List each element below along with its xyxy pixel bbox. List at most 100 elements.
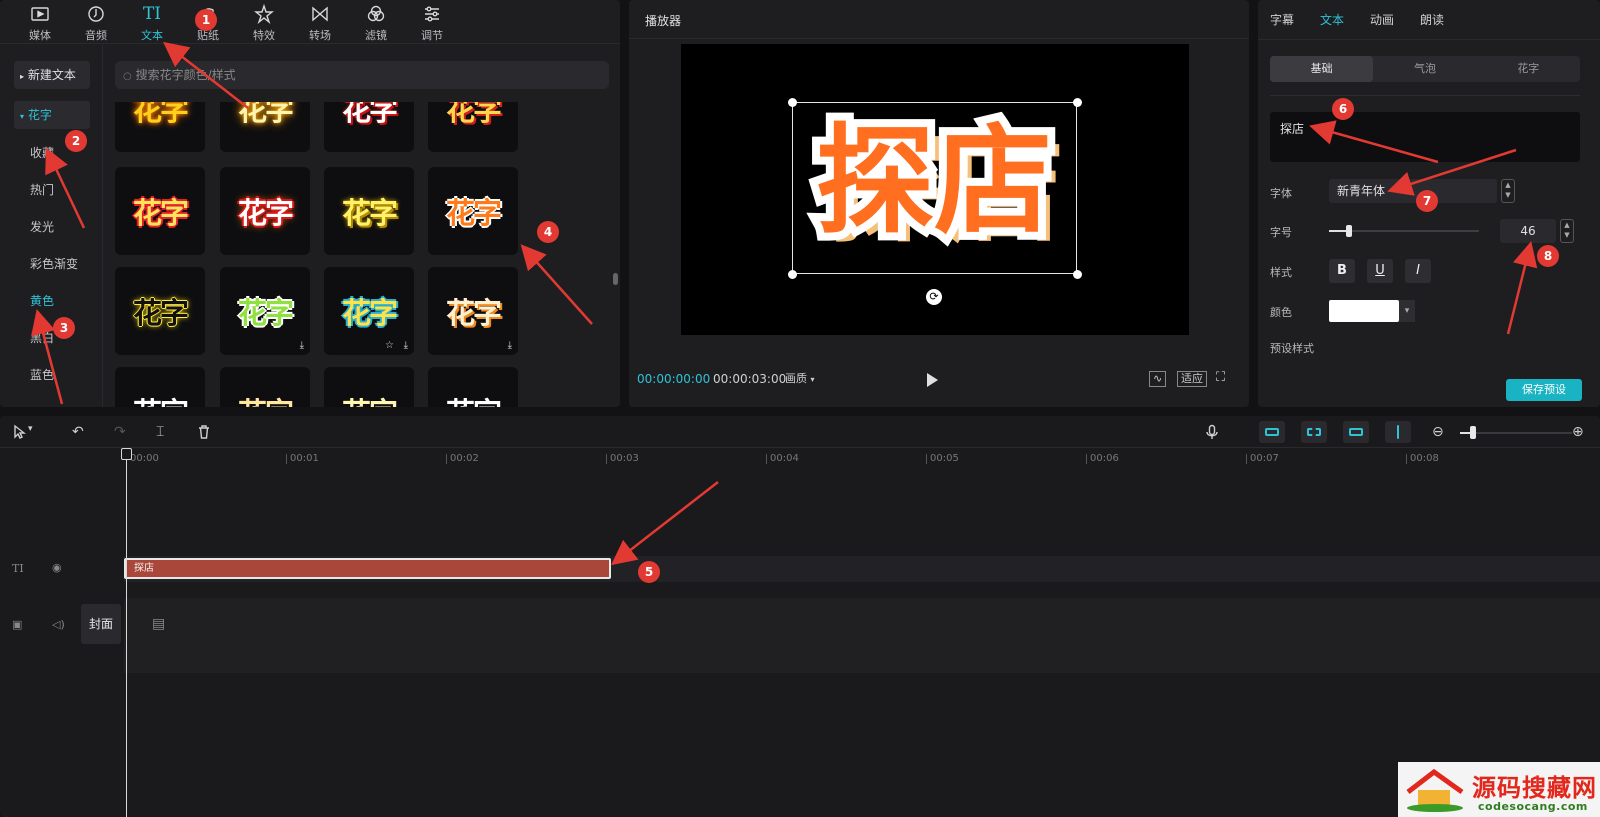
- huazi-tile[interactable]: 花字: [324, 167, 414, 255]
- star-icon[interactable]: ☆: [385, 340, 394, 351]
- huazi-tile[interactable]: 花字 ☆ ⤓: [324, 267, 414, 355]
- zoom-slider-knob[interactable]: [1470, 426, 1476, 439]
- huazi-tile[interactable]: 花字: [428, 167, 518, 255]
- category-hot[interactable]: 热门: [14, 176, 90, 204]
- resize-handle[interactable]: [788, 270, 797, 279]
- tab-adjust[interactable]: 调节: [404, 0, 460, 43]
- player-panel: 播放器 探店 探店 ⟳ 00:00:00:00 00:00:03:00 画质 ▾…: [629, 0, 1249, 407]
- size-stepper[interactable]: ▲ ▼: [1560, 219, 1574, 243]
- cover-button[interactable]: 封面: [81, 604, 121, 644]
- category-yellow[interactable]: 黄色: [14, 287, 90, 315]
- download-icon[interactable]: ⤓: [508, 340, 512, 351]
- media-icon: [30, 3, 50, 25]
- caret-right-icon: ▸: [20, 72, 25, 81]
- film-icon: ▤: [152, 616, 166, 632]
- category-black-white[interactable]: 黑白: [14, 324, 90, 352]
- download-icon[interactable]: ⤓: [404, 340, 408, 351]
- chevron-down-icon[interactable]: ▾: [1399, 300, 1415, 322]
- tab-audio[interactable]: 音频: [68, 0, 124, 43]
- size-slider[interactable]: [1329, 230, 1479, 232]
- new-text-button[interactable]: ▸ 新建文本: [14, 61, 90, 89]
- tab-read-aloud[interactable]: 朗读: [1420, 0, 1444, 39]
- huazi-tile[interactable]: 花字: [115, 367, 205, 407]
- color-swatch[interactable]: [1329, 300, 1399, 322]
- preview-canvas[interactable]: 探店 探店 ⟳: [681, 44, 1189, 335]
- italic-button[interactable]: I: [1405, 259, 1431, 283]
- huazi-tile[interactable]: 花字: [220, 102, 310, 152]
- huazi-tile[interactable]: 花字: [115, 102, 205, 152]
- fit-ratio-button[interactable]: 适应: [1177, 371, 1207, 387]
- huazi-tile[interactable]: 花字: [324, 367, 414, 407]
- speaker-icon[interactable]: ◁): [52, 618, 65, 631]
- font-stepper[interactable]: ▲ ▼: [1501, 179, 1515, 203]
- bold-button[interactable]: B: [1329, 259, 1355, 283]
- delete-icon[interactable]: [196, 424, 212, 444]
- grid-scrollbar[interactable]: [613, 273, 618, 285]
- huazi-tile[interactable]: 花字: [115, 167, 205, 255]
- split-icon[interactable]: ⌶: [156, 424, 164, 440]
- category-glow[interactable]: 发光: [14, 213, 90, 241]
- search-input[interactable]: ○ 搜索花字颜色/样式: [115, 61, 609, 89]
- tab-text[interactable]: TI 文本: [124, 0, 180, 43]
- zoom-in-icon[interactable]: ⊕: [1572, 424, 1584, 440]
- huazi-tile[interactable]: 花字: [220, 367, 310, 407]
- playhead[interactable]: [126, 448, 127, 817]
- main-track-magnet-icon[interactable]: [1259, 421, 1285, 443]
- tab-media[interactable]: 媒体: [12, 0, 68, 43]
- save-preset-button[interactable]: 保存预设: [1506, 379, 1582, 401]
- selection-box[interactable]: [792, 102, 1077, 274]
- linkage-icon[interactable]: [1343, 421, 1369, 443]
- category-blue[interactable]: 蓝色: [14, 361, 90, 389]
- undo-icon[interactable]: ↶: [72, 424, 84, 440]
- select-tool-icon[interactable]: ▾: [12, 424, 33, 444]
- resize-handle[interactable]: [1073, 270, 1082, 279]
- tab-effects[interactable]: 特效: [236, 0, 292, 43]
- playhead-handle[interactable]: [121, 448, 132, 460]
- huazi-tile[interactable]: 花字: [428, 102, 518, 152]
- download-icon[interactable]: ⤓: [300, 340, 304, 351]
- text-clip[interactable]: 探店: [124, 558, 611, 579]
- fullscreen-icon[interactable]: ⛶: [1213, 371, 1228, 387]
- annotation-badge: 7: [1416, 190, 1438, 212]
- auto-snap-icon[interactable]: [1301, 421, 1327, 443]
- resize-handle[interactable]: [788, 98, 797, 107]
- tab-filter[interactable]: 滤镜: [348, 0, 404, 43]
- tab-transition[interactable]: 转场: [292, 0, 348, 43]
- resize-handle[interactable]: [1073, 98, 1082, 107]
- annotation-badge: 8: [1537, 245, 1559, 267]
- tab-subtitle[interactable]: 字幕: [1270, 0, 1294, 39]
- zoom-slider[interactable]: [1460, 432, 1572, 434]
- timeline-toolbar: ▾ ↶ ↷ ⌶ ⊖ ⊕: [0, 416, 1600, 448]
- huazi-tile[interactable]: 花字 ⤓: [220, 267, 310, 355]
- font-select[interactable]: 新青年体: [1329, 179, 1497, 203]
- segment-huazi[interactable]: 花字: [1477, 56, 1580, 82]
- text-content-field[interactable]: 探店: [1270, 112, 1580, 162]
- category-gradient[interactable]: 彩色渐变: [14, 250, 90, 278]
- annotation-badge: 1: [195, 9, 217, 31]
- eye-icon[interactable]: ◉: [52, 561, 62, 574]
- tab-animation[interactable]: 动画: [1370, 0, 1394, 39]
- size-slider-knob[interactable]: [1345, 225, 1352, 237]
- preview-axis-icon[interactable]: [1385, 421, 1411, 443]
- transition-icon: [310, 3, 330, 25]
- redo-icon[interactable]: ↷: [114, 424, 126, 440]
- waveform-icon[interactable]: ∿: [1149, 371, 1167, 387]
- underline-button[interactable]: U: [1367, 259, 1393, 283]
- segment-bubble[interactable]: 气泡: [1373, 56, 1476, 82]
- zoom-out-icon[interactable]: ⊖: [1432, 424, 1444, 440]
- microphone-icon[interactable]: [1204, 424, 1220, 444]
- huazi-tile[interactable]: 花字 ⤓: [428, 267, 518, 355]
- main-video-track[interactable]: [124, 598, 1600, 673]
- quality-dropdown[interactable]: 画质 ▾: [785, 370, 815, 386]
- tab-text-props[interactable]: 文本: [1320, 0, 1344, 39]
- rotate-icon[interactable]: ⟳: [926, 289, 942, 305]
- segment-basic[interactable]: 基础: [1270, 56, 1374, 82]
- time-ruler[interactable]: 00:00 00:01 00:02 00:03 00:04 00:05 00:06 00:07…: [120, 450, 1600, 470]
- category-huazi[interactable]: ▾ 花字: [14, 101, 90, 129]
- play-button[interactable]: [927, 373, 938, 387]
- huazi-tile[interactable]: 花字: [324, 102, 414, 152]
- huazi-tile[interactable]: 花字: [220, 167, 310, 255]
- huazi-tile[interactable]: 花字: [428, 367, 518, 407]
- size-input[interactable]: 46: [1500, 219, 1556, 243]
- huazi-tile[interactable]: 花字: [115, 267, 205, 355]
